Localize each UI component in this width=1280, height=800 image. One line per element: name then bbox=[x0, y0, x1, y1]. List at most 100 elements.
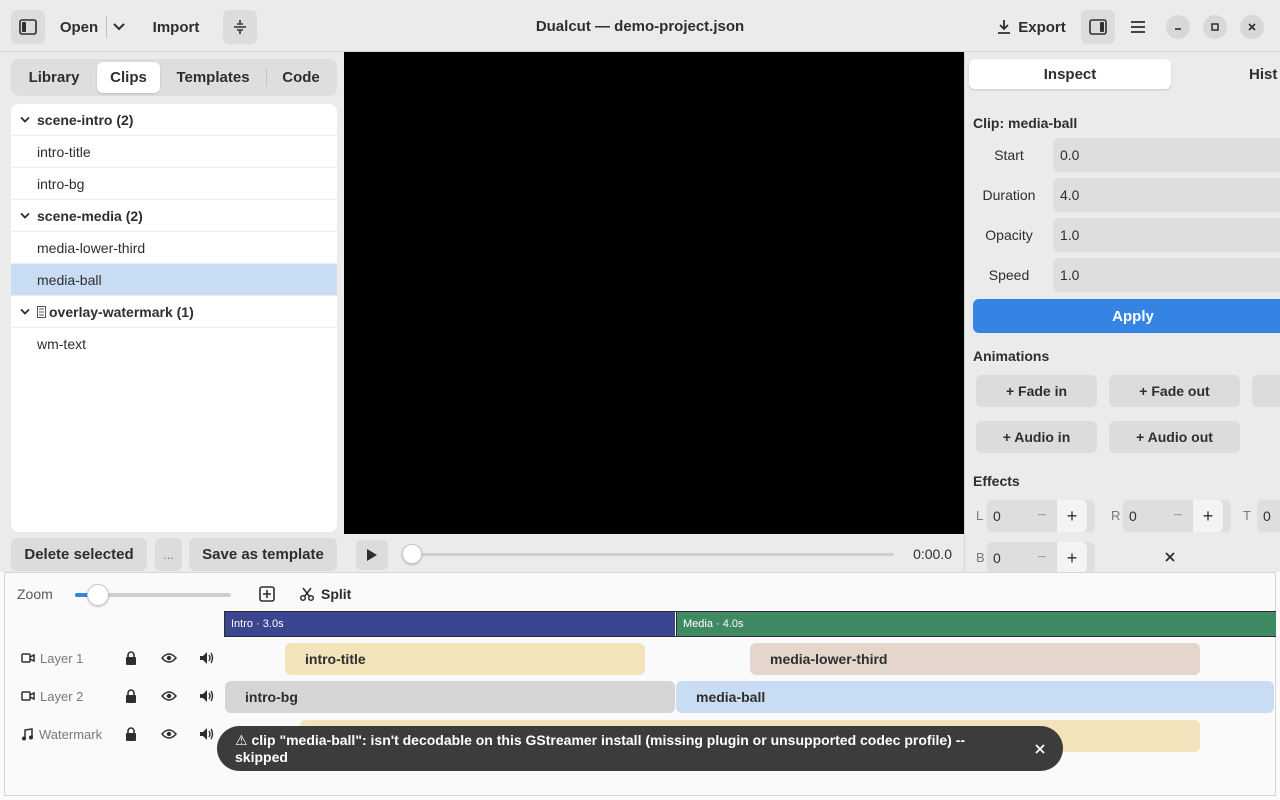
effect-b-stepper[interactable]: 0 − + bbox=[987, 542, 1095, 572]
seek-handle[interactable] bbox=[402, 544, 422, 564]
audio-out-button[interactable]: + Audio out bbox=[1109, 421, 1240, 453]
speaker-icon[interactable] bbox=[198, 650, 216, 666]
time-readout: 0:00.0 bbox=[913, 546, 952, 562]
opacity-field[interactable]: 1.0 bbox=[1053, 218, 1280, 252]
tab-history[interactable]: Hist bbox=[1249, 59, 1280, 89]
sidebar-toggle-button[interactable] bbox=[11, 10, 45, 44]
video-layer-icon bbox=[21, 653, 35, 663]
layer-1-header: Layer 1 bbox=[21, 648, 83, 668]
group-label: overlay-watermark (1) bbox=[49, 303, 194, 320]
overlay-icon bbox=[37, 305, 46, 318]
maximize-button[interactable] bbox=[1203, 15, 1227, 39]
seek-track[interactable] bbox=[410, 553, 894, 556]
fade-in-button[interactable]: + Fade in bbox=[976, 375, 1097, 407]
tab-code[interactable]: Code bbox=[269, 62, 333, 93]
right-sidebar-icon bbox=[1089, 19, 1107, 35]
scene-intro[interactable]: Intro · 3.0s bbox=[225, 612, 675, 636]
transport-bar: 0:00.0 bbox=[344, 534, 964, 572]
layer-name: Watermark bbox=[39, 726, 103, 742]
opacity-label: Opacity bbox=[985, 227, 1033, 243]
dismiss-toast-button[interactable] bbox=[1017, 743, 1063, 754]
plus-icon[interactable]: + bbox=[1057, 500, 1087, 532]
list-item-intro-bg[interactable]: intro-bg bbox=[11, 168, 337, 200]
list-item-wm-text[interactable]: wm-text bbox=[11, 328, 337, 360]
apply-button[interactable]: Apply bbox=[973, 299, 1280, 333]
minus-icon[interactable]: − bbox=[1027, 507, 1057, 525]
speed-field[interactable]: 1.0 bbox=[1053, 258, 1280, 292]
minus-icon[interactable]: − bbox=[1163, 507, 1193, 525]
start-field[interactable]: 0.0 bbox=[1053, 138, 1280, 172]
clip-heading: Clip: media-ball bbox=[973, 115, 1078, 131]
zoom-handle[interactable] bbox=[87, 584, 110, 606]
start-label: Start bbox=[994, 147, 1024, 163]
split-horizontal-icon bbox=[234, 20, 246, 34]
minimize-button[interactable] bbox=[1166, 15, 1190, 39]
download-icon bbox=[998, 20, 1011, 34]
clip-list: scene-intro (2) intro-title intro-bg sce… bbox=[11, 104, 337, 532]
minus-icon[interactable]: − bbox=[1027, 549, 1057, 567]
tab-templates[interactable]: Templates bbox=[163, 62, 263, 93]
more-animation-button[interactable] bbox=[1252, 375, 1280, 407]
open-button[interactable]: Open bbox=[54, 10, 104, 44]
audio-in-button[interactable]: + Audio in bbox=[976, 421, 1097, 453]
group-row-overlay-watermark[interactable]: overlay-watermark (1) bbox=[11, 296, 337, 328]
fit-button[interactable] bbox=[259, 585, 275, 603]
video-preview[interactable] bbox=[344, 52, 964, 534]
split-button[interactable]: Split bbox=[299, 582, 351, 606]
save-as-template-button[interactable]: Save as template bbox=[189, 538, 337, 571]
clip-intro-title[interactable]: intro-title bbox=[285, 643, 645, 675]
duration-label: Duration bbox=[982, 187, 1036, 203]
fade-out-button[interactable]: + Fade out bbox=[1109, 375, 1240, 407]
list-item-intro-title[interactable]: intro-title bbox=[11, 136, 337, 168]
plus-icon[interactable]: + bbox=[1193, 500, 1223, 532]
lock-icon[interactable] bbox=[123, 688, 139, 704]
tab-inspect[interactable]: Inspect bbox=[969, 59, 1171, 89]
effect-r-value: 0 bbox=[1129, 508, 1137, 524]
clip-media-ball[interactable]: media-ball bbox=[676, 681, 1274, 713]
eye-icon[interactable] bbox=[160, 726, 178, 742]
inspector-toggle-button[interactable] bbox=[1081, 10, 1115, 44]
layer-2-header: Layer 2 bbox=[21, 686, 83, 706]
scene-media[interactable]: Media · 4.0s bbox=[676, 612, 1276, 636]
more-button[interactable]: ... bbox=[155, 538, 182, 571]
speaker-icon[interactable] bbox=[198, 726, 216, 742]
export-button[interactable]: Export bbox=[990, 10, 1072, 44]
close-button[interactable] bbox=[1240, 15, 1264, 39]
effects-heading: Effects bbox=[973, 473, 1020, 489]
eye-icon[interactable] bbox=[160, 650, 178, 666]
inspector-tabs: Inspect Hist bbox=[967, 59, 1280, 91]
sidebar-tabs: Library Clips Templates Code bbox=[11, 59, 337, 96]
lock-icon[interactable] bbox=[123, 726, 139, 742]
eye-icon[interactable] bbox=[160, 688, 178, 704]
group-row-scene-intro[interactable]: scene-intro (2) bbox=[11, 104, 337, 136]
group-row-scene-media[interactable]: scene-media (2) bbox=[11, 200, 337, 232]
lock-icon[interactable] bbox=[123, 650, 139, 666]
chevron-down-icon bbox=[113, 23, 125, 31]
list-item-media-ball[interactable]: media-ball bbox=[11, 264, 337, 296]
chevron-down-icon bbox=[20, 116, 30, 123]
duration-field[interactable]: 4.0 bbox=[1053, 178, 1280, 212]
plus-icon[interactable]: + bbox=[1057, 542, 1087, 572]
tab-clips[interactable]: Clips bbox=[97, 62, 160, 93]
tab-library[interactable]: Library bbox=[14, 62, 94, 93]
effect-l-stepper[interactable]: 0 − + bbox=[987, 500, 1095, 532]
split-view-button[interactable] bbox=[223, 10, 257, 44]
import-button[interactable]: Import bbox=[146, 10, 206, 44]
clip-media-lower-third[interactable]: media-lower-third bbox=[750, 643, 1200, 675]
music-note-icon bbox=[22, 727, 33, 740]
play-button[interactable] bbox=[356, 540, 388, 570]
clear-effects-button[interactable] bbox=[1161, 548, 1179, 566]
list-item-media-lower-third[interactable]: media-lower-third bbox=[11, 232, 337, 264]
left-sidebar: Library Clips Templates Code scene-intro… bbox=[0, 52, 344, 572]
main-menu-button[interactable] bbox=[1121, 10, 1155, 44]
clip-intro-bg[interactable]: intro-bg bbox=[225, 681, 675, 713]
scene-bar: Intro · 3.0s Media · 4.0s bbox=[224, 611, 1276, 637]
effect-r-stepper[interactable]: 0 − + bbox=[1123, 500, 1231, 532]
split-label: Split bbox=[321, 586, 352, 602]
delete-selected-button[interactable]: Delete selected bbox=[11, 538, 147, 571]
export-label: Export bbox=[1018, 18, 1066, 36]
speaker-icon[interactable] bbox=[198, 688, 216, 704]
open-menu-button[interactable] bbox=[108, 10, 130, 44]
effect-t-stepper[interactable]: 0 bbox=[1257, 500, 1280, 532]
group-label: scene-media (2) bbox=[37, 207, 143, 224]
